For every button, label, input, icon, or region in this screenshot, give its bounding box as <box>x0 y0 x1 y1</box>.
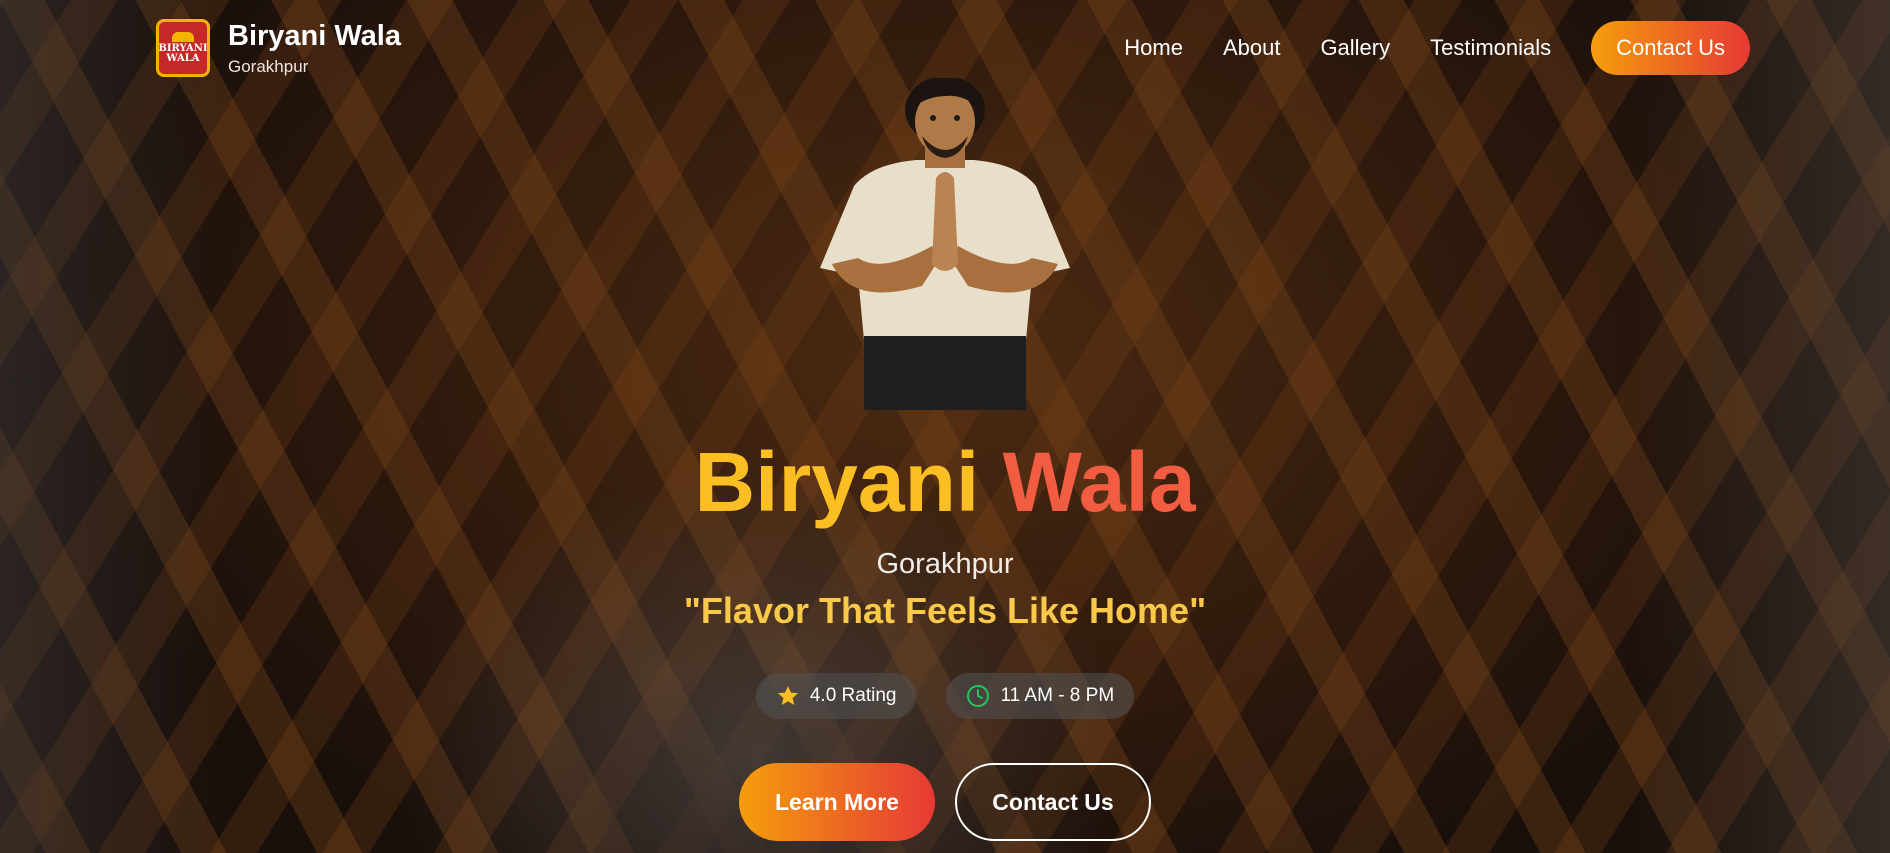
chef-greeting-image <box>820 78 1070 410</box>
rating-label: 4.0 Rating <box>809 685 897 706</box>
hero-title-word2: Wala <box>1002 435 1196 529</box>
star-icon <box>777 686 798 705</box>
rating-chip: 4.0 Rating <box>755 673 917 719</box>
clock-icon <box>967 685 990 707</box>
hours-chip: 11 AM - 8 PM <box>946 673 1135 719</box>
hero-title-word1: Biryani <box>694 435 980 529</box>
hero-city: Gorakhpur <box>876 548 1014 580</box>
hero-title: Biryani Wala <box>0 440 1890 524</box>
nav-contact-button[interactable]: Contact Us <box>1591 21 1750 75</box>
hours-label: 11 AM - 8 PM <box>1000 685 1115 706</box>
brand-city: Gorakhpur <box>228 56 309 76</box>
hero-tagline: "Flavor That Feels Like Home" <box>683 590 1207 631</box>
nav-about[interactable]: About <box>1223 35 1281 61</box>
hero-cta-group: Learn More Contact Us <box>0 763 1890 841</box>
brand[interactable]: BIRYANI WALA Biryani Wala Gorakhpur <box>156 19 401 77</box>
brand-logo: BIRYANI WALA <box>156 19 210 77</box>
hero-contact-button[interactable]: Contact Us <box>955 763 1151 841</box>
main-nav: Home About Gallery Testimonials Contact … <box>1124 21 1750 75</box>
brand-name: Biryani Wala <box>228 19 401 52</box>
nav-gallery[interactable]: Gallery <box>1320 35 1390 61</box>
nav-home[interactable]: Home <box>1124 35 1183 61</box>
nav-testimonials[interactable]: Testimonials <box>1430 35 1551 61</box>
learn-more-button[interactable]: Learn More <box>739 763 935 841</box>
info-chips: 4.0 Rating 11 AM - 8 PM <box>0 673 1890 719</box>
